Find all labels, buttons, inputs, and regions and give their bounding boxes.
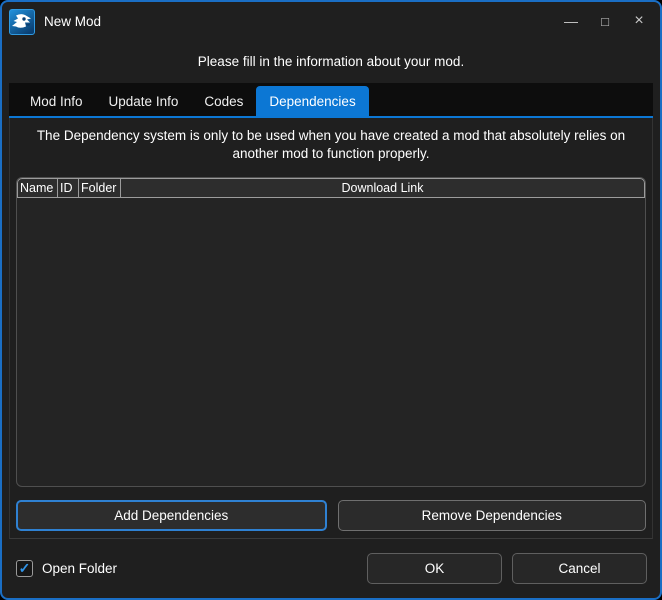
tab-strip: Mod Info Update Info Codes Dependencies: [9, 83, 653, 116]
minimize-button[interactable]: —: [554, 6, 588, 36]
tab-dependencies[interactable]: Dependencies: [256, 86, 368, 116]
add-dependencies-button[interactable]: Add Dependencies: [16, 500, 327, 531]
dependencies-tab-content: The Dependency system is only to be used…: [9, 118, 653, 539]
ok-button[interactable]: OK: [367, 553, 502, 584]
tab-codes[interactable]: Codes: [191, 86, 256, 116]
checkbox-check-icon[interactable]: ✓: [16, 560, 33, 577]
close-button[interactable]: ×: [622, 6, 656, 36]
column-header-folder[interactable]: Folder: [79, 179, 121, 197]
dependency-description: The Dependency system is only to be used…: [16, 127, 646, 163]
open-folder-label[interactable]: Open Folder: [42, 561, 117, 576]
dependency-description-line1: The Dependency system is only to be used…: [16, 127, 646, 145]
column-header-download-link[interactable]: Download Link: [121, 179, 644, 197]
remove-dependencies-button[interactable]: Remove Dependencies: [338, 500, 647, 531]
dependencies-list[interactable]: [17, 198, 645, 486]
dialog-subtitle-row: Please fill in the information about you…: [2, 40, 660, 83]
open-folder-checkbox[interactable]: ✓ Open Folder: [16, 560, 117, 577]
column-header-name[interactable]: Name: [18, 179, 58, 197]
dependencies-table: Name ID Folder Download Link: [16, 177, 646, 487]
dialog-subtitle: Please fill in the information about you…: [198, 54, 464, 69]
new-mod-dialog: New Mod — □ × Please fill in the informa…: [0, 0, 662, 600]
window-title: New Mod: [44, 14, 101, 29]
maximize-button[interactable]: □: [588, 6, 622, 36]
column-header-id[interactable]: ID: [58, 179, 79, 197]
tab-mod-info[interactable]: Mod Info: [17, 86, 96, 116]
dependency-actions: Add Dependencies Remove Dependencies: [16, 500, 646, 531]
dependency-description-line2: another mod to function properly.: [16, 145, 646, 163]
title-bar[interactable]: New Mod — □ ×: [2, 2, 660, 40]
dialog-footer: ✓ Open Folder OK Cancel: [2, 539, 660, 598]
tab-panel: Mod Info Update Info Codes Dependencies …: [9, 83, 653, 539]
cancel-button[interactable]: Cancel: [512, 553, 647, 584]
tab-update-info[interactable]: Update Info: [96, 86, 192, 116]
dependencies-table-header: Name ID Folder Download Link: [17, 178, 645, 198]
hedgehog-app-icon: [9, 9, 35, 35]
